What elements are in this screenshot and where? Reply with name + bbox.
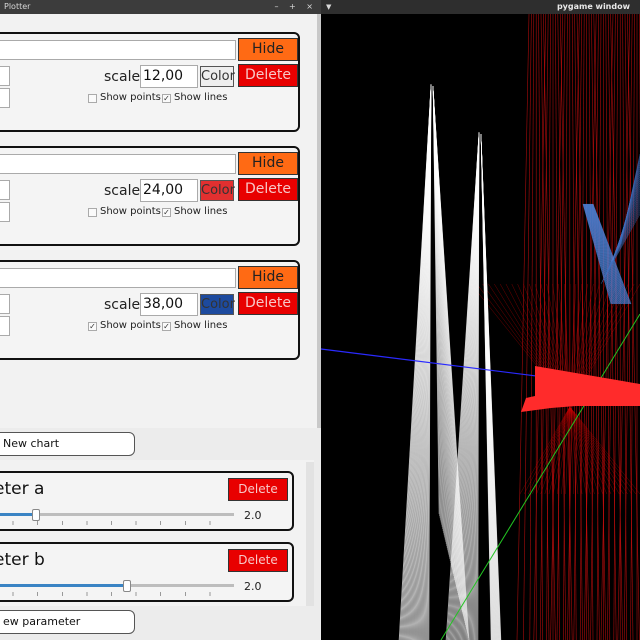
delete-parameter-button[interactable]: Delete [228, 549, 288, 572]
chart-expression-input[interactable] [0, 268, 236, 288]
chart-field-2[interactable] [0, 316, 10, 336]
show-points-label: Show points [100, 92, 161, 103]
show-points-label: Show points [100, 206, 161, 217]
chart-card: Hide Delete scale: 38,00 Color ✓ Show po… [0, 260, 300, 360]
color-button[interactable]: Color [200, 180, 235, 201]
parameter-label: eter b [0, 550, 45, 570]
chart-field-1[interactable] [0, 66, 10, 86]
parameter-label: eter a [0, 479, 45, 499]
slider-max-value: 2.0 [244, 580, 262, 593]
parameters-scrollbar[interactable] [306, 462, 314, 606]
slider-ticks [0, 521, 234, 525]
plotter-titlebar: Plotter – + × [0, 0, 321, 14]
chart-field-2[interactable] [0, 88, 10, 108]
scale-input[interactable]: 12,00 [140, 65, 198, 88]
slider-fill [0, 513, 35, 516]
parameter-card: eter b Delete 2.0 [0, 542, 294, 602]
show-points-checkbox[interactable] [88, 208, 97, 217]
show-lines-checkbox[interactable]: ✓ [162, 94, 171, 103]
window-menu-icon[interactable]: ▼ [326, 0, 331, 14]
slider-max-value: 2.0 [244, 509, 262, 522]
new-chart-button[interactable]: New chart [0, 432, 135, 456]
chart-expression-input[interactable] [0, 40, 236, 60]
slider-ticks [0, 592, 234, 596]
hide-button[interactable]: Hide [238, 152, 298, 175]
pygame-titlebar: ▼ pygame window [321, 0, 640, 14]
show-points-checkbox[interactable] [88, 94, 97, 103]
show-lines-label: Show lines [174, 92, 228, 103]
new-parameter-button[interactable]: ew parameter [0, 610, 135, 634]
show-lines-checkbox[interactable]: ✓ [162, 208, 171, 217]
chart-field-1[interactable] [0, 294, 10, 314]
show-lines-label: Show lines [174, 206, 228, 217]
hide-button[interactable]: Hide [238, 266, 298, 289]
parameter-slider[interactable] [0, 580, 234, 592]
slider-handle[interactable] [122, 580, 131, 592]
chart-card: Hide Delete scale: 12,00 Color Show poin… [0, 32, 300, 132]
show-points-label: Show points [100, 320, 161, 331]
show-lines-checkbox[interactable]: ✓ [162, 322, 171, 331]
chart-card: Hide Delete scale: 24,00 Color Show poin… [0, 146, 300, 246]
parameter-card: eter a Delete 2.0 [0, 471, 294, 531]
delete-parameter-button[interactable]: Delete [228, 478, 288, 501]
slider-fill [0, 584, 126, 587]
window-controls[interactable]: – + × [275, 0, 318, 14]
scale-input[interactable]: 24,00 [140, 179, 198, 202]
3d-scene-canvas[interactable] [321, 14, 640, 640]
scale-label: scale: [104, 183, 145, 199]
scale-label: scale: [104, 297, 145, 313]
plotter-window: Plotter – + × Hide Delete scale: 12,00 C… [0, 0, 321, 640]
window-title: Plotter [4, 2, 31, 11]
delete-button[interactable]: Delete [238, 292, 298, 315]
show-lines-label: Show lines [174, 320, 228, 331]
show-points-checkbox[interactable]: ✓ [88, 322, 97, 331]
scale-input[interactable]: 38,00 [140, 293, 198, 316]
scale-label: scale: [104, 69, 145, 85]
slider-handle[interactable] [31, 509, 40, 521]
window-title: pygame window [556, 2, 630, 11]
color-button[interactable]: Color [200, 294, 235, 315]
delete-button[interactable]: Delete [238, 178, 298, 201]
parameter-slider[interactable] [0, 509, 234, 521]
chart-field-1[interactable] [0, 180, 10, 200]
delete-button[interactable]: Delete [238, 64, 298, 87]
chart-field-2[interactable] [0, 202, 10, 222]
pygame-window: ▼ pygame window [321, 0, 640, 640]
chart-expression-input[interactable] [0, 154, 236, 174]
color-button[interactable]: Color [200, 66, 235, 87]
hide-button[interactable]: Hide [238, 38, 298, 61]
